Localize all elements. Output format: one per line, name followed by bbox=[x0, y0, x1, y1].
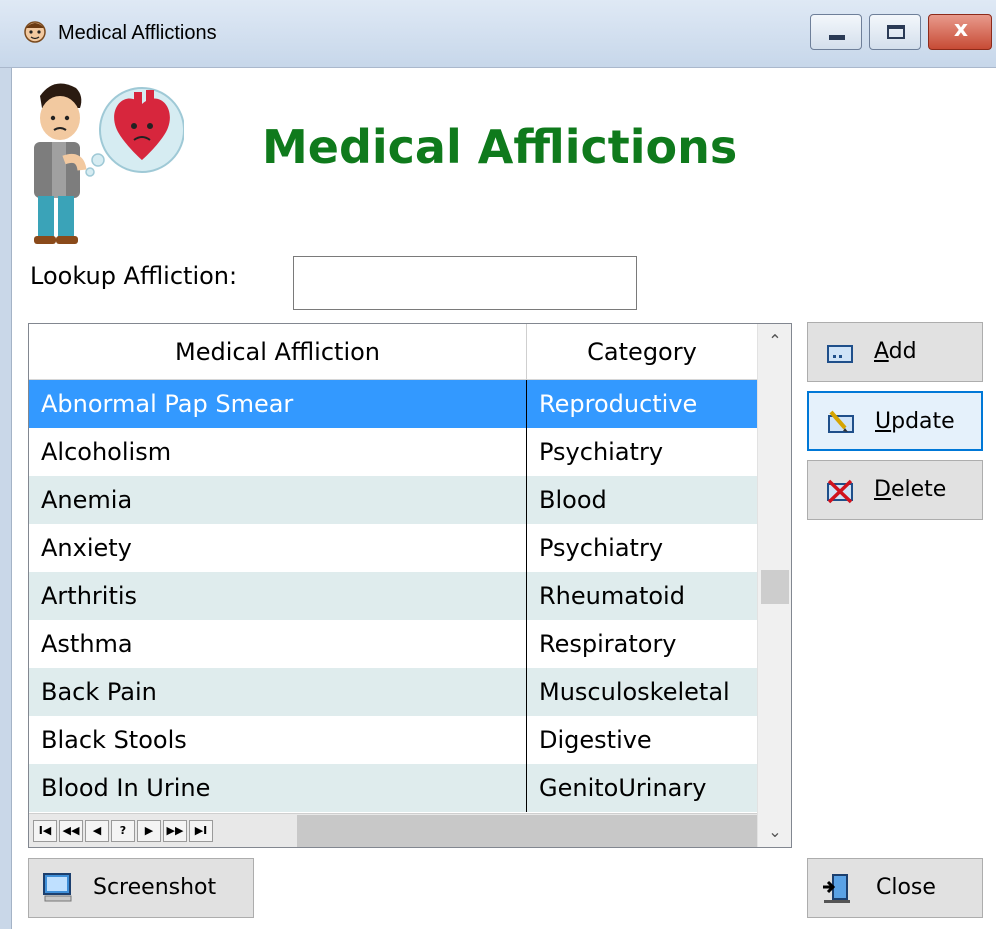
maximize-button[interactable] bbox=[869, 14, 921, 50]
exit-door-icon bbox=[823, 874, 850, 903]
close-icon: x bbox=[953, 17, 969, 42]
table-row[interactable]: Asthma Respiratory bbox=[29, 620, 757, 668]
column-header-affliction[interactable]: Medical Affliction bbox=[29, 324, 527, 380]
table-row[interactable]: Anxiety Psychiatry bbox=[29, 524, 757, 572]
category-cell[interactable]: Rheumatoid bbox=[527, 572, 757, 620]
table-row[interactable]: Arthritis Rheumatoid bbox=[29, 572, 757, 620]
grid-vertical-scrollbar[interactable]: ⌃ ⌄ bbox=[757, 324, 791, 847]
window-close-button[interactable]: x bbox=[928, 14, 992, 50]
update-button[interactable]: Update bbox=[807, 391, 983, 451]
record-navigator: I◀ ◀◀ ◀ ? ▶ ▶▶ ▶I bbox=[29, 813, 757, 847]
edit-record-icon bbox=[828, 410, 854, 433]
add-button[interactable]: Add bbox=[807, 322, 983, 382]
minimize-icon bbox=[829, 35, 845, 40]
previous-page-button[interactable]: ◀◀ bbox=[59, 820, 83, 842]
close-button[interactable]: Close bbox=[807, 858, 983, 918]
delete-record-icon bbox=[827, 479, 853, 504]
lookup-label: Lookup Affliction: bbox=[30, 262, 238, 290]
table-row[interactable]: Blood In Urine GenitoUrinary bbox=[29, 764, 757, 812]
grid-header: Medical Affliction Category bbox=[29, 324, 757, 380]
category-cell[interactable]: Reproductive bbox=[527, 380, 757, 428]
delete-button[interactable]: Delete bbox=[807, 460, 983, 520]
last-record-button[interactable]: ▶I bbox=[189, 820, 213, 842]
screenshot-button-label: Screenshot bbox=[93, 875, 217, 900]
category-cell[interactable]: Psychiatry bbox=[527, 524, 757, 572]
column-header-category[interactable]: Category bbox=[527, 324, 757, 380]
affliction-cell[interactable]: Anemia bbox=[29, 476, 527, 524]
lookup-affliction-input[interactable] bbox=[293, 256, 637, 310]
category-cell[interactable]: GenitoUrinary bbox=[527, 764, 757, 812]
title-bar: Medical Afflictions x bbox=[0, 0, 996, 68]
close-button-label: Close bbox=[876, 875, 936, 900]
previous-record-button[interactable]: ◀ bbox=[85, 820, 109, 842]
affliction-cell[interactable]: Black Stools bbox=[29, 716, 527, 764]
maximize-icon bbox=[887, 25, 905, 39]
navigator-spacer bbox=[297, 815, 757, 847]
minimize-button[interactable] bbox=[810, 14, 862, 50]
delete-button-label: Delete bbox=[874, 477, 947, 502]
add-button-label: Add bbox=[874, 339, 917, 364]
affliction-cell[interactable]: Anxiety bbox=[29, 524, 527, 572]
affliction-cell[interactable]: Abnormal Pap Smear bbox=[29, 380, 527, 428]
category-cell[interactable]: Blood bbox=[527, 476, 757, 524]
page-title: Medical Afflictions bbox=[262, 120, 738, 174]
table-row[interactable]: Black Stools Digestive bbox=[29, 716, 757, 764]
category-cell[interactable]: Musculoskeletal bbox=[527, 668, 757, 716]
window-left-border bbox=[0, 68, 12, 929]
category-cell[interactable]: Psychiatry bbox=[527, 428, 757, 476]
first-record-button[interactable]: I◀ bbox=[33, 820, 57, 842]
affliction-cell[interactable]: Alcoholism bbox=[29, 428, 527, 476]
category-cell[interactable]: Digestive bbox=[527, 716, 757, 764]
add-record-icon bbox=[827, 345, 853, 363]
sick-man-heart-icon bbox=[34, 83, 184, 244]
monitor-icon bbox=[43, 873, 72, 902]
afflictions-grid: Medical Affliction Category Abnormal Pap… bbox=[28, 323, 792, 848]
doctor-face-icon bbox=[24, 21, 46, 43]
affliction-cell[interactable]: Blood In Urine bbox=[29, 764, 527, 812]
scroll-down-icon[interactable]: ⌄ bbox=[758, 817, 791, 847]
table-row[interactable]: Abnormal Pap Smear Reproductive bbox=[29, 380, 757, 428]
window-title: Medical Afflictions bbox=[58, 22, 217, 44]
app-window: Medical Afflictions x Medical Affliction… bbox=[0, 0, 996, 929]
search-record-button[interactable]: ? bbox=[111, 820, 135, 842]
scroll-up-icon[interactable]: ⌃ bbox=[758, 326, 791, 356]
affliction-cell[interactable]: Asthma bbox=[29, 620, 527, 668]
grid-rows: Abnormal Pap Smear Reproductive Alcoholism… bbox=[29, 380, 757, 812]
affliction-cell[interactable]: Arthritis bbox=[29, 572, 527, 620]
table-row[interactable]: Alcoholism Psychiatry bbox=[29, 428, 757, 476]
affliction-cell[interactable]: Back Pain bbox=[29, 668, 527, 716]
next-record-button[interactable]: ▶ bbox=[137, 820, 161, 842]
update-button-label: Update bbox=[875, 409, 955, 434]
table-row[interactable]: Back Pain Musculoskeletal bbox=[29, 668, 757, 716]
category-cell[interactable]: Respiratory bbox=[527, 620, 757, 668]
table-row[interactable]: Anemia Blood bbox=[29, 476, 757, 524]
next-page-button[interactable]: ▶▶ bbox=[163, 820, 187, 842]
screenshot-button[interactable]: Screenshot bbox=[28, 858, 254, 918]
scroll-thumb[interactable] bbox=[761, 570, 789, 604]
